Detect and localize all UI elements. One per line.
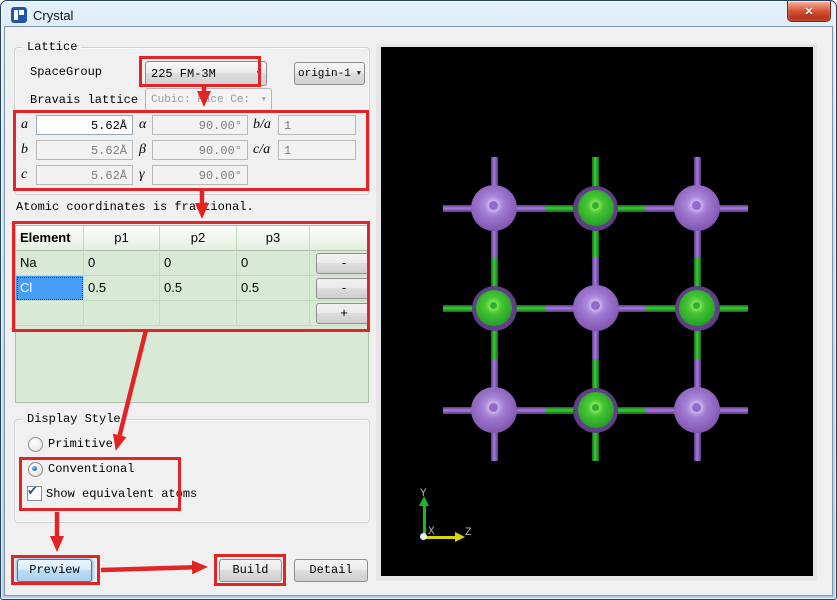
b-input: 5.62Å <box>36 140 133 160</box>
cell-element[interactable]: Na <box>16 251 84 276</box>
chevron-down-icon: ▼ <box>262 96 266 104</box>
atom-Cl <box>578 190 614 226</box>
show-equivalent-atoms-checkbox[interactable]: ✔ <box>27 486 42 501</box>
cell-p1[interactable]: 0 <box>84 251 160 276</box>
col-header-p3: p3 <box>237 226 310 251</box>
gamma-input: 90.00° <box>152 165 248 185</box>
app-icon <box>11 7 27 23</box>
b-label: b <box>21 143 28 156</box>
gamma-label: γ <box>139 168 145 181</box>
a-label: a <box>21 118 28 131</box>
window-title: Crystal <box>33 8 73 23</box>
display-style-label: Display Style <box>23 412 125 426</box>
cell-action: - <box>310 251 368 276</box>
chevron-down-icon: ▼ <box>257 70 261 78</box>
ba-input: 1 <box>278 115 356 135</box>
axis-z-arrow-icon <box>455 532 465 542</box>
cell-empty[interactable] <box>160 301 237 326</box>
close-icon: ✕ <box>804 5 813 18</box>
add-row-button[interactable]: + <box>316 303 368 324</box>
ca-label: c/a <box>253 143 270 156</box>
origin-select[interactable]: origin-1 ▼ <box>294 62 365 85</box>
beta-input: 90.00° <box>152 140 248 160</box>
col-header-actions <box>310 226 368 251</box>
a-input[interactable]: 5.62Å <box>36 115 133 135</box>
atom-Na <box>674 387 720 433</box>
cell-empty[interactable] <box>16 301 84 326</box>
atom-Cl <box>476 290 512 326</box>
cell-p2[interactable]: 0.5 <box>160 276 237 301</box>
atoms-table: Element p1 p2 p3 Na 0 0 0 - Cl 0.5 0.5 0… <box>15 225 369 403</box>
primitive-radio[interactable] <box>28 437 43 452</box>
atom-Na <box>674 185 720 231</box>
c-input: 5.62Å <box>36 165 133 185</box>
show-equivalent-atoms-label[interactable]: Show equivalent atoms <box>46 488 197 501</box>
col-header-p1: p1 <box>84 226 160 251</box>
alpha-input: 90.00° <box>152 115 248 135</box>
check-icon: ✔ <box>27 484 38 499</box>
ba-label: b/a <box>253 118 271 131</box>
titlebar[interactable]: Crystal <box>2 2 835 27</box>
ca-input: 1 <box>278 140 356 160</box>
origin-value: origin-1 <box>298 68 353 80</box>
coords-note: Atomic coordinates is fractional. <box>16 201 254 214</box>
bravais-select: Cubic: Face Ce: ▼ <box>145 88 272 111</box>
chevron-down-icon: ▼ <box>357 70 361 78</box>
axis-origin <box>420 533 427 540</box>
close-button[interactable]: ✕ <box>787 1 831 22</box>
cell-p2[interactable]: 0 <box>160 251 237 276</box>
conventional-radio[interactable] <box>28 462 43 477</box>
spacegroup-label: SpaceGroup <box>30 66 102 79</box>
col-header-element: Element <box>16 226 84 251</box>
alpha-label: α <box>139 118 146 131</box>
axis-y-label: Y <box>420 488 427 500</box>
axis-x-label: X <box>428 526 435 538</box>
beta-label: β <box>139 143 146 156</box>
lattice-group-label: Lattice <box>23 40 81 54</box>
cell-action: + <box>310 301 368 326</box>
atom-Na <box>573 285 619 331</box>
cell-p1[interactable]: 0.5 <box>84 276 160 301</box>
bravais-value: Cubic: Face Ce: <box>151 94 258 106</box>
cell-element-selected[interactable]: Cl <box>16 276 84 301</box>
conventional-radio-label[interactable]: Conventional <box>48 463 134 476</box>
cell-action: - <box>310 276 368 301</box>
crystal-dialog: Crystal ✕ Lattice SpaceGroup 225 FM-3M ▼… <box>0 0 837 600</box>
build-button[interactable]: Build <box>219 559 282 582</box>
atom-Na <box>471 185 517 231</box>
spacegroup-value: 225 FM-3M <box>151 67 253 81</box>
bravais-label: Bravais lattice <box>30 94 138 107</box>
remove-row-button[interactable]: - <box>316 253 368 274</box>
cell-p3[interactable]: 0 <box>237 251 310 276</box>
axis-z-label: Z <box>465 527 472 539</box>
cell-empty[interactable] <box>84 301 160 326</box>
remove-row-button[interactable]: - <box>316 278 368 299</box>
cell-empty[interactable] <box>237 301 310 326</box>
c-label: c <box>21 168 27 181</box>
atom-Na <box>471 387 517 433</box>
crystal-canvas[interactable]: Y Z X <box>381 47 813 576</box>
atom-Cl <box>679 290 715 326</box>
primitive-radio-label[interactable]: Primitive <box>48 438 113 451</box>
atom-Cl <box>578 392 614 428</box>
cell-p3[interactable]: 0.5 <box>237 276 310 301</box>
spacegroup-select[interactable]: 225 FM-3M ▼ <box>145 61 267 86</box>
detail-button[interactable]: Detail <box>294 559 368 582</box>
col-header-p2: p2 <box>160 226 237 251</box>
preview-button[interactable]: Preview <box>17 559 92 582</box>
